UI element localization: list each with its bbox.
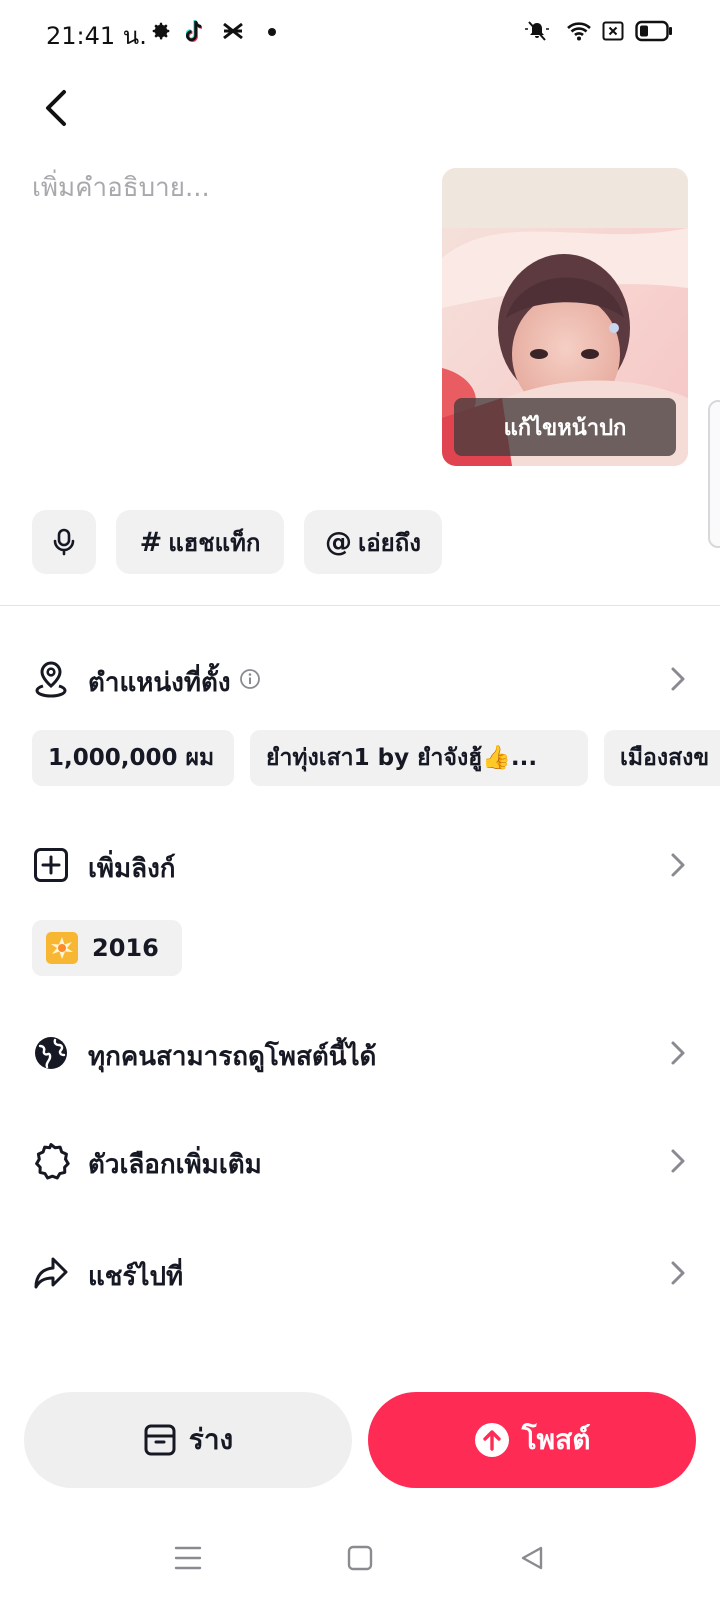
location-label: ตำแหน่งที่ตั้ง: [88, 662, 261, 703]
home-square-icon[interactable]: [340, 1538, 380, 1578]
status-bar: 21:41 น.: [0, 0, 720, 64]
mention-icon: @: [325, 526, 353, 558]
add-link-label: เพิ่มลิงก์: [88, 854, 176, 884]
back-button[interactable]: [34, 82, 78, 134]
globe-icon: [32, 1034, 70, 1072]
chevron-right-icon: [664, 1146, 692, 1176]
status-time: 21:41 น.: [46, 22, 147, 50]
gear-icon: [32, 1142, 70, 1180]
chevron-left-icon: [46, 90, 66, 126]
gear-icon: [148, 18, 174, 44]
share-arrow-icon: [32, 1254, 70, 1292]
link-suggestion[interactable]: 2016: [32, 920, 182, 976]
voice-input-button[interactable]: [32, 510, 96, 574]
system-nav-bar: [0, 1520, 720, 1600]
chevron-right-icon: [664, 850, 692, 880]
drafts-box-icon: [143, 1423, 177, 1457]
edit-cover-button[interactable]: แก้ไขหน้าปก: [454, 398, 676, 456]
tiktok-icon: [184, 18, 210, 44]
hashtag-label: แฮชแท็ก: [168, 528, 261, 557]
hashtag-icon: #: [139, 526, 163, 558]
microphone-icon: [53, 528, 75, 556]
no-sim-icon: [600, 18, 626, 44]
add-square-icon: [32, 846, 70, 884]
capcut-icon: [220, 18, 246, 44]
post-button[interactable]: โพสต์: [368, 1392, 696, 1488]
privacy-label: ทุกคนสามารถดูโพสต์นี้ได้: [88, 1042, 377, 1072]
sparkle-icon: [46, 932, 78, 964]
share-to-label: แชร์ไปที่: [88, 1262, 184, 1292]
location-row[interactable]: ตำแหน่งที่ตั้ง: [0, 646, 720, 710]
notification-dot: [268, 28, 276, 36]
mention-button[interactable]: @ เอ่ยถึง: [304, 510, 442, 574]
side-drawer-handle[interactable]: [708, 400, 720, 548]
wifi-icon: [566, 18, 592, 44]
draft-button[interactable]: ร่าง: [24, 1392, 352, 1488]
section-divider: [0, 605, 720, 606]
chevron-right-icon: [664, 1258, 692, 1288]
location-suggestion[interactable]: 1,000,000 ผม: [32, 730, 234, 786]
privacy-row[interactable]: ทุกคนสามารถดูโพสต์นี้ได้: [0, 1020, 720, 1084]
location-suggestion[interactable]: เมืองสงข: [604, 730, 720, 786]
back-triangle-icon[interactable]: [512, 1538, 552, 1578]
chevron-right-icon: [664, 1038, 692, 1068]
share-to-row[interactable]: แชร์ไปที่: [0, 1240, 720, 1304]
menu-icon[interactable]: [168, 1538, 208, 1578]
draft-label: ร่าง: [188, 1423, 234, 1456]
info-icon: [239, 667, 261, 697]
add-link-row[interactable]: เพิ่มลิงก์: [0, 832, 720, 896]
caption-input[interactable]: [32, 168, 412, 208]
chevron-right-icon: [664, 664, 692, 694]
more-options-label: ตัวเลือกเพิ่มเติม: [88, 1150, 262, 1180]
post-label: โพสต์: [521, 1423, 591, 1456]
mention-label: เอ่ยถึง: [358, 528, 421, 557]
more-options-row[interactable]: ตัวเลือกเพิ่มเติม: [0, 1128, 720, 1192]
upload-arrow-icon: [474, 1422, 510, 1458]
battery-icon: [634, 18, 674, 44]
link-suggestion-label: 2016: [92, 934, 159, 962]
location-pin-icon: [32, 660, 70, 698]
location-suggestion[interactable]: ยำทุ่งเสา1 by ยำจังฮู้👍...: [250, 730, 588, 786]
cover-preview[interactable]: แก้ไขหน้าปก: [442, 168, 688, 466]
mute-icon: [524, 18, 550, 44]
hashtag-button[interactable]: # แฮชแท็ก: [116, 510, 284, 574]
